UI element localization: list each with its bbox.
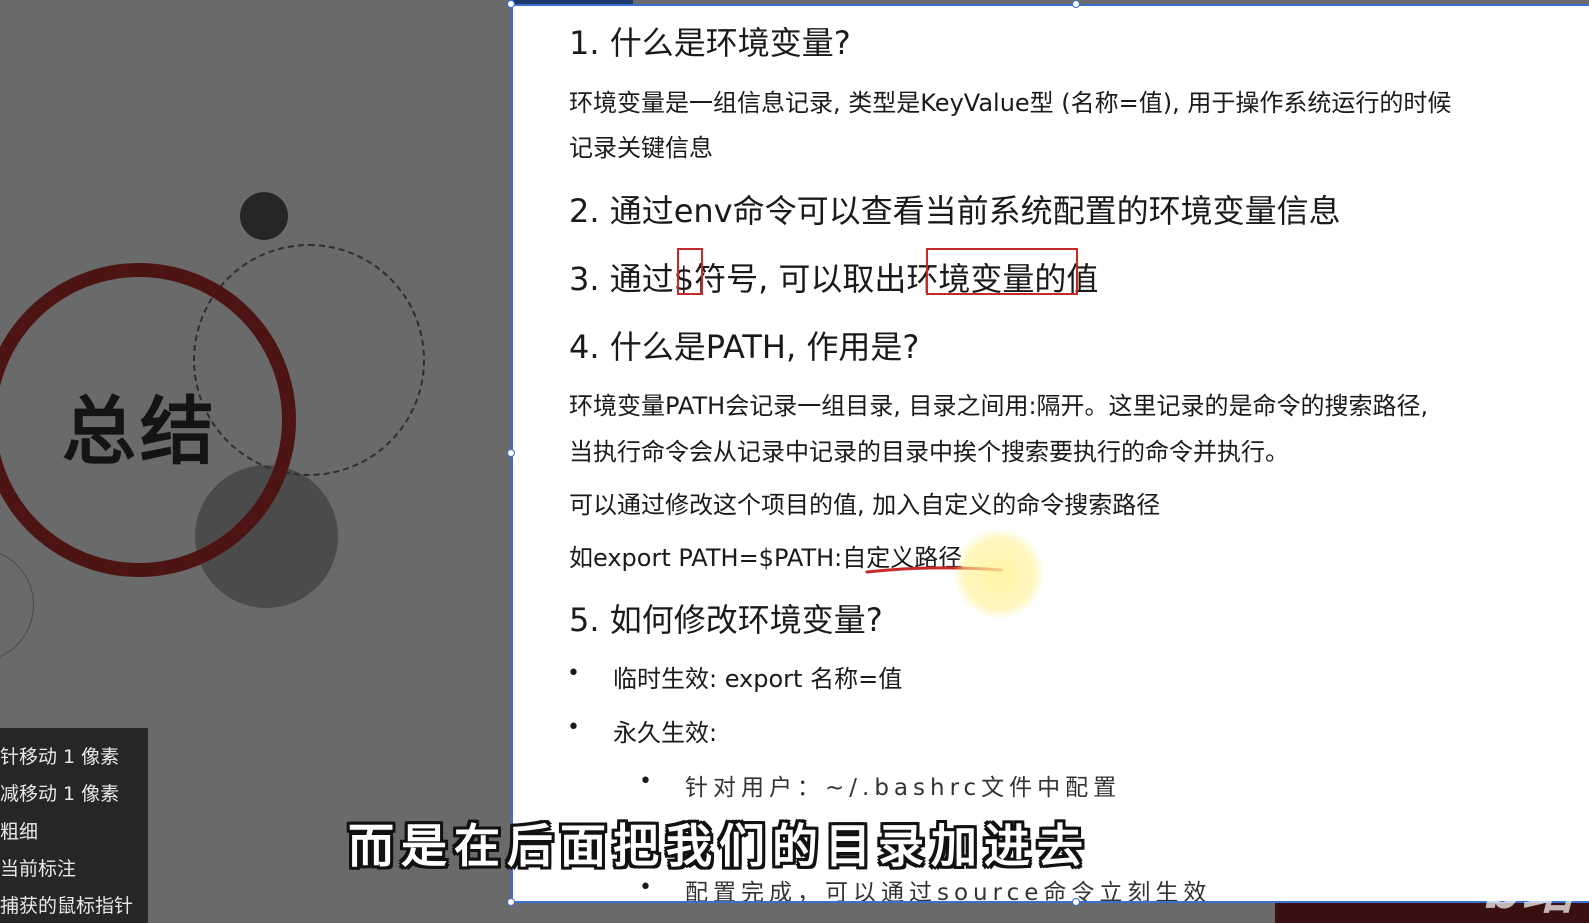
menu-item[interactable]: 捕获的鼠标指针 [0,891,133,918]
menu-item[interactable]: 当前标注 [0,854,76,881]
slide-panel[interactable]: 1. 什么是环境变量? 环境变量是一组信息记录, 类型是KeyValue型 (名… [511,4,1589,903]
dark-circle-decor [240,192,288,240]
env-var-annotation-box [926,248,1078,295]
bilibili-logo-icon: b站 [1484,861,1574,921]
menu-item[interactable]: 粗细 [0,817,38,844]
bullet-icon: • [639,875,652,900]
resize-handle[interactable] [1072,0,1080,8]
menu-item[interactable]: 针移动 1 像素 [0,742,119,769]
q1-heading: 1. 什么是环境变量? [569,24,851,62]
q5-heading: 5. 如何修改环境变量? [569,601,883,639]
menu-item[interactable]: 减移动 1 像素 [0,779,119,806]
video-subtitle: 而是在后面把我们的目录加进去 [348,819,1090,873]
resize-handle[interactable] [507,449,515,457]
q5-bullet-temp: 临时生效: export 名称=值 [613,665,903,693]
cursor-highlight [954,529,1044,619]
resize-handle[interactable] [1072,898,1080,906]
q5-sub-user: 针对用户：~/.bashrc文件中配置 [685,775,1122,801]
top-accent-bar [513,0,633,4]
q1-text-line1: 环境变量是一组信息记录, 类型是KeyValue型 (名称=值), 用于操作系统… [569,89,1452,117]
dollar-annotation-box [677,248,703,295]
thin-circle-decor [0,548,34,662]
context-menu: 针移动 1 像素 减移动 1 像素 粗细 当前标注 捕获的鼠标指针 [0,728,148,923]
q4-heading: 4. 什么是PATH, 作用是? [569,328,920,366]
watermark-text: 黑马程序员 [1280,870,1440,905]
resize-handle[interactable] [507,0,515,8]
bullet-icon: • [567,661,580,686]
q4-text-line3: 可以通过修改这个项目的值, 加入自定义的命令搜索路径 [569,491,1161,519]
resize-handle[interactable] [507,898,515,906]
q1-text-line2: 记录关键信息 [569,134,713,162]
q4-text-line1: 环境变量PATH会记录一组目录, 目录之间用:隔开。这里记录的是命令的搜索路径, [569,392,1429,420]
bullet-icon: • [567,715,580,740]
bullet-icon: • [639,769,652,794]
summary-title: 总结 [62,389,218,475]
q4-text-line2: 当执行命令会从记录中记录的目录中挨个搜索要执行的命令并执行。 [569,438,1289,466]
q5-bullet-perm: 永久生效: [613,719,718,747]
q2-heading: 2. 通过env命令可以查看当前系统配置的环境变量信息 [569,192,1341,230]
q5-sub-source: 配置完成，可以通过source命令立刻生效 [685,880,1212,903]
